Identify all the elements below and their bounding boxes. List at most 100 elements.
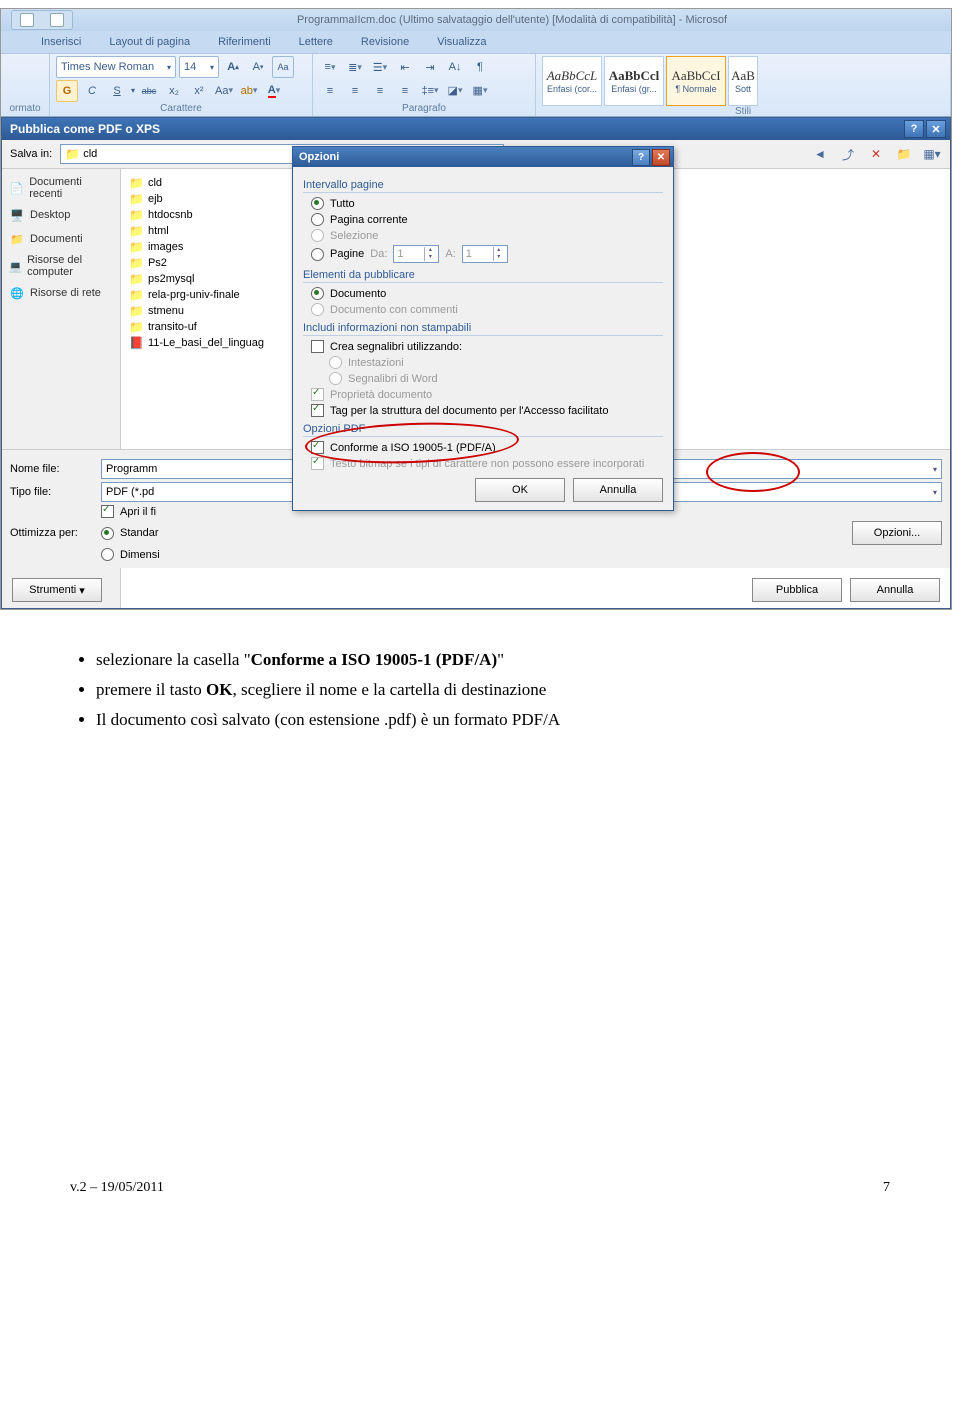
help-icon[interactable]: ? (632, 149, 650, 166)
section-range: Intervallo pagine (303, 179, 663, 193)
line-spacing[interactable]: ‡≡ (419, 80, 441, 102)
underline-button[interactable]: S (106, 80, 128, 102)
tab-inserisci[interactable]: Inserisci (41, 36, 81, 48)
recent-docs-icon: 📄 (8, 179, 25, 197)
options-titlebar[interactable]: Opzioni ? ✕ (293, 147, 673, 167)
styles-gallery[interactable]: AaBbCcLEnfasi (cor... AaBbCclEnfasi (gr.… (542, 56, 944, 106)
bookmarks-checkbox[interactable] (311, 340, 324, 353)
strumenti-button[interactable]: Strumenti ▾ (12, 578, 102, 602)
grow-font[interactable]: A▴ (222, 56, 244, 78)
styles-group-label: Stili (542, 106, 944, 117)
range-all-radio[interactable] (311, 197, 324, 210)
strike-button[interactable]: abc (138, 80, 160, 102)
section-nonprint: Includi informazioni non stampabili (303, 322, 663, 336)
publish-doc-radio[interactable] (311, 287, 324, 300)
optimize-label: Ottimizza per: (10, 527, 95, 539)
borders[interactable]: ▦ (469, 80, 491, 102)
filename-label: Nome file: (10, 463, 95, 475)
publish-pdf-dialog: Pubblica come PDF o XPS ? ✕ Salva in: cl… (1, 117, 951, 609)
paragraph-group-label: Paragrafo (319, 103, 529, 114)
annulla-button[interactable]: Annulla (850, 578, 940, 602)
optimize-minsize-radio[interactable] (101, 548, 114, 561)
place-documenti-recenti[interactable]: 📄Documenti recenti (6, 173, 116, 203)
place-risorse-rete[interactable]: 🌐Risorse di rete (6, 281, 116, 305)
place-desktop[interactable]: 🖥️Desktop (6, 203, 116, 227)
page-to-spin[interactable]: 1▴▾ (462, 245, 508, 263)
style-sott[interactable]: AaBSott (728, 56, 758, 106)
style-enfasi-gr[interactable]: AaBbCclEnfasi (gr... (604, 56, 664, 106)
multilevel[interactable]: ☰ (369, 56, 391, 78)
clipboard-group: ormato (7, 103, 43, 114)
open-after-checkbox[interactable] (101, 505, 114, 518)
pubblica-button[interactable]: Pubblica (752, 578, 842, 602)
range-current-radio[interactable] (311, 213, 324, 226)
font-size-combo[interactable]: 14▾ (179, 56, 219, 78)
style-normale[interactable]: AaBbCcI¶ Normale (666, 56, 726, 106)
font-color[interactable]: A (263, 80, 285, 102)
up-icon[interactable]: ⤴ (838, 144, 858, 164)
ribbon: ormato Times New Roman▾ 14▾ A▴ A▾ Aa G C… (1, 53, 951, 117)
sort[interactable]: A↓ (444, 56, 466, 78)
views-icon[interactable]: ▦▾ (922, 144, 942, 164)
clear-formatting[interactable]: Aa (272, 56, 294, 78)
back-icon[interactable]: ◄ (810, 144, 830, 164)
italic-button[interactable]: C (81, 80, 103, 102)
align-right[interactable]: ≡ (369, 80, 391, 102)
close-icon[interactable]: ✕ (652, 149, 670, 166)
numbering[interactable]: ≣ (344, 56, 366, 78)
range-pages-radio[interactable] (311, 248, 324, 261)
place-risorse-computer[interactable]: 💻Risorse del computer (6, 251, 116, 281)
new-folder-icon[interactable]: 📁 (894, 144, 914, 164)
justify[interactable]: ≡ (394, 80, 416, 102)
subscript-button[interactable]: x₂ (163, 80, 185, 102)
page-from-spin[interactable]: 1▴▾ (393, 245, 439, 263)
tab-visualizza[interactable]: Visualizza (437, 36, 486, 48)
ok-button[interactable]: OK (475, 478, 565, 502)
bitmap-text-checkbox (311, 457, 324, 470)
iso-pdfa-checkbox[interactable] (311, 441, 324, 454)
font-group-label: Carattere (56, 103, 306, 114)
cancel-button[interactable]: Annulla (573, 478, 663, 502)
document-body: selezionare la casella "Conforme a ISO 1… (0, 610, 960, 760)
shrink-font[interactable]: A▾ (247, 56, 269, 78)
range-selection-radio (311, 229, 324, 242)
options-dialog: Opzioni ? ✕ Intervallo pagine Tutto Pagi… (292, 146, 674, 511)
shading[interactable]: ◪ (444, 80, 466, 102)
optimize-standard-radio[interactable] (101, 527, 114, 540)
align-center[interactable]: ≡ (344, 80, 366, 102)
docprops-checkbox (311, 388, 324, 401)
style-enfasi-cor[interactable]: AaBbCcLEnfasi (cor... (542, 56, 602, 106)
options-title: Opzioni (299, 151, 339, 163)
outdent[interactable]: ⇤ (394, 56, 416, 78)
bookmarks-headings-radio (329, 356, 342, 369)
tab-revisione[interactable]: Revisione (361, 36, 409, 48)
publish-dialog-titlebar[interactable]: Pubblica come PDF o XPS ? ✕ (2, 118, 950, 140)
indent[interactable]: ⇥ (419, 56, 441, 78)
open-after-label: Apri il fi (120, 506, 156, 518)
show-marks[interactable]: ¶ (469, 56, 491, 78)
window-title: ProgrammaIIcm.doc (Ultimo salvataggio de… (73, 14, 951, 26)
tab-lettere[interactable]: Lettere (299, 36, 333, 48)
highlight-button[interactable]: ab (238, 80, 260, 102)
close-icon[interactable]: ✕ (926, 120, 946, 138)
quick-access-toolbar[interactable] (11, 10, 73, 30)
font-name-combo[interactable]: Times New Roman▾ (56, 56, 176, 78)
place-documenti[interactable]: 📁Documenti (6, 227, 116, 251)
tags-checkbox[interactable] (311, 404, 324, 417)
tab-riferimenti[interactable]: Riferimenti (218, 36, 271, 48)
bold-button[interactable]: G (56, 80, 78, 102)
page-number: 7 (883, 1180, 890, 1196)
align-left[interactable]: ≡ (319, 80, 341, 102)
page-footer: v.2 – 19/05/2011 7 (0, 1180, 960, 1226)
change-case[interactable]: Aa (213, 80, 235, 102)
opzioni-button[interactable]: Opzioni... (852, 521, 942, 545)
network-icon: 🌐 (8, 284, 26, 302)
tab-layout[interactable]: Layout di pagina (109, 36, 190, 48)
folder-icon (129, 176, 144, 190)
section-pdf: Opzioni PDF (303, 423, 663, 437)
help-icon[interactable]: ? (904, 120, 924, 138)
delete-icon[interactable]: ✕ (866, 144, 886, 164)
superscript-button[interactable]: x² (188, 80, 210, 102)
word-window: ProgrammaIIcm.doc (Ultimo salvataggio de… (0, 8, 952, 610)
bullets[interactable]: ≡ (319, 56, 341, 78)
